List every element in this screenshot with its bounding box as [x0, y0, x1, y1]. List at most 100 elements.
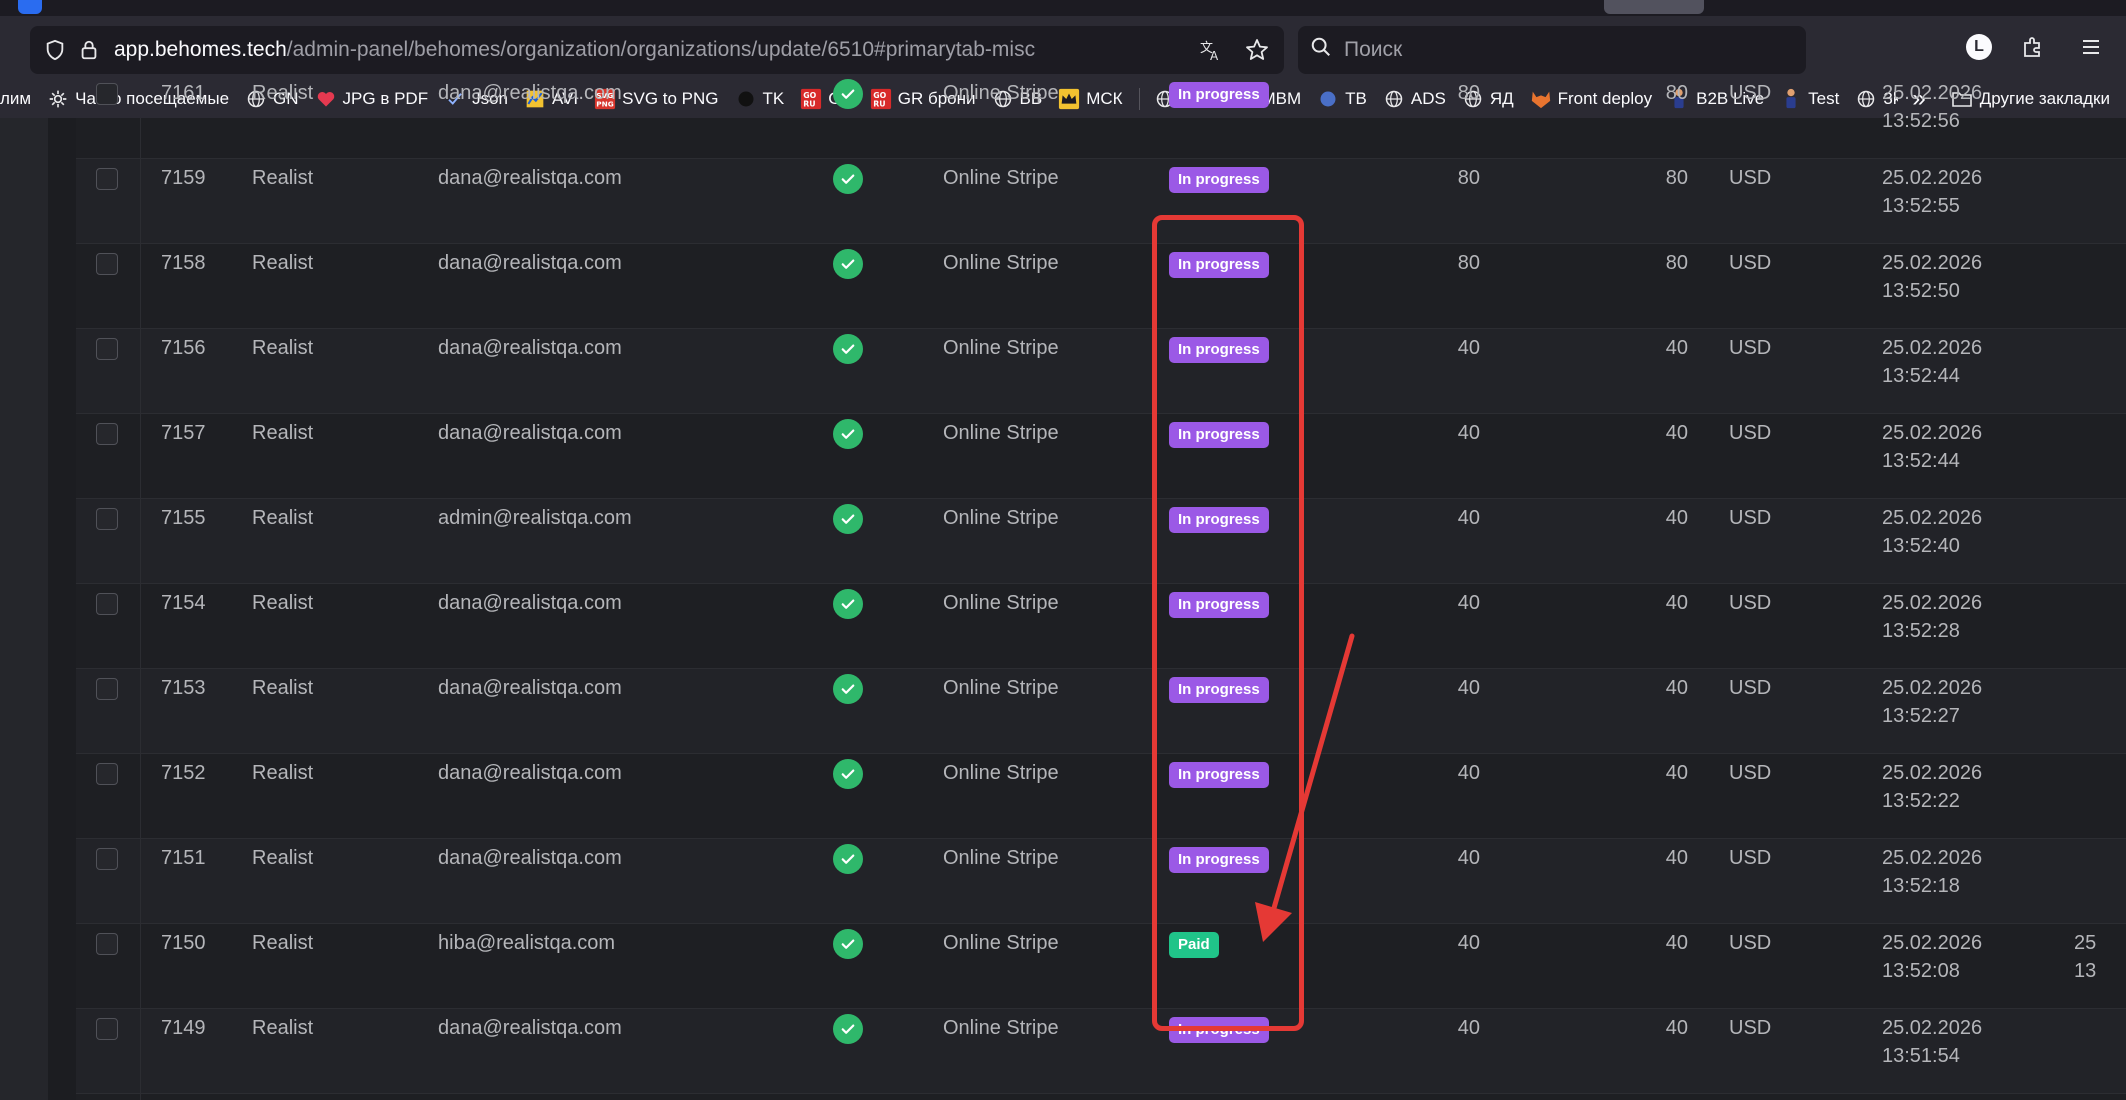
row-select-checkbox[interactable] [96, 338, 118, 360]
table-row[interactable]: 7149 Realist dana@realistqa.com Online Stri… [76, 1009, 2126, 1094]
check-circle-icon [833, 504, 863, 534]
created-date: 25.02.2026 [1882, 167, 1983, 189]
user-email: dana@realistqa.com [438, 762, 622, 784]
row-select-checkbox[interactable] [96, 83, 118, 105]
amount-paid: 80 [1665, 82, 1688, 104]
currency: USD [1729, 82, 1772, 104]
amount-paid: 40 [1665, 592, 1688, 614]
status-badge: In progress [1169, 167, 1269, 193]
bookmark-item[interactable]: лим [0, 89, 31, 109]
page-content: 7161 Realist dana@realistqa.com Online Stri… [0, 79, 2126, 1100]
currency: USD [1729, 422, 1772, 444]
table-row[interactable]: 7157 Realist dana@realistqa.com Online Stri… [76, 414, 2126, 499]
status-badge: In progress [1169, 762, 1269, 788]
row-select-checkbox[interactable] [96, 423, 118, 445]
organization-name: Realist [252, 762, 314, 784]
created-time: 13:52:28 [1882, 620, 1960, 642]
status-badge: In progress [1169, 337, 1269, 363]
row-select-checkbox[interactable] [96, 1018, 118, 1040]
check-circle-icon [833, 334, 863, 364]
created-date: 25.02.2026 [1882, 847, 1983, 869]
order-id: 7153 [161, 677, 206, 699]
table-row[interactable]: 7152 Realist dana@realistqa.com Online Stri… [76, 754, 2126, 839]
created-time: 13:52:08 [1882, 960, 1960, 982]
organization-name: Realist [252, 677, 314, 699]
user-email: hiba@realistqa.com [438, 932, 616, 954]
checkbox-column-divider [140, 118, 141, 1100]
table-row[interactable]: 7161 Realist dana@realistqa.com Online Stri… [76, 74, 2126, 159]
search-bar[interactable] [1298, 26, 1806, 74]
payment-method: Online Stripe [943, 337, 1059, 359]
organization-name: Realist [252, 592, 314, 614]
payment-method: Online Stripe [943, 592, 1059, 614]
menu-icon[interactable] [2074, 30, 2108, 64]
translate-icon[interactable]: 文A [1196, 35, 1226, 65]
user-email: dana@realistqa.com [438, 82, 622, 104]
amount: 40 [1457, 592, 1480, 614]
table-row[interactable]: 7153 Realist dana@realistqa.com Online Stri… [76, 669, 2126, 754]
row-select-checkbox[interactable] [96, 168, 118, 190]
amount-paid: 80 [1665, 167, 1688, 189]
created-date: 25.02.2026 [1882, 762, 1983, 784]
amount: 40 [1457, 762, 1480, 784]
table-row[interactable]: 7155 Realist admin@realistqa.com Online Str… [76, 499, 2126, 584]
account-avatar-icon[interactable]: L [1966, 34, 1992, 60]
bookmark-label: лим [0, 89, 32, 108]
amount-paid: 40 [1665, 932, 1688, 954]
bookmark-star-icon[interactable] [1242, 35, 1272, 65]
table-row[interactable]: 7159 Realist dana@realistqa.com Online Stri… [76, 159, 2126, 244]
amount: 40 [1457, 422, 1480, 444]
user-email: dana@realistqa.com [438, 337, 622, 359]
organization-name: Realist [252, 1017, 314, 1039]
organization-name: Realist [252, 82, 314, 104]
shield-icon[interactable] [40, 35, 70, 65]
row-select-checkbox[interactable] [96, 593, 118, 615]
payment-method: Online Stripe [943, 1017, 1059, 1039]
extensions-icon[interactable] [2016, 30, 2050, 64]
organization-name: Realist [252, 252, 314, 274]
amount-paid: 40 [1665, 847, 1688, 869]
created-date: 25.02.2026 [1882, 422, 1983, 444]
table-row[interactable]: 7150 Realist hiba@realistqa.com Online Stri… [76, 924, 2126, 1009]
created-time: 13:52:22 [1882, 790, 1960, 812]
currency: USD [1729, 762, 1772, 784]
row-select-checkbox[interactable] [96, 933, 118, 955]
tab-favicon-hint[interactable] [18, 0, 42, 14]
created-date: 25.02.2026 [1882, 252, 1983, 274]
active-tab-hint[interactable] [1604, 0, 1704, 14]
user-email: dana@realistqa.com [438, 252, 622, 274]
url-text[interactable]: app.behomes.tech/admin-panel/behomes/org… [114, 38, 1035, 62]
organization-name: Realist [252, 337, 314, 359]
created-date: 25.02.2026 [1882, 932, 1983, 954]
created-time: 13:52:27 [1882, 705, 1960, 727]
url-path: /admin-panel/behomes/organization/organi… [286, 38, 1036, 61]
currency: USD [1729, 507, 1772, 529]
status-badge: In progress [1169, 847, 1269, 873]
search-input[interactable] [1344, 38, 1744, 62]
lock-icon[interactable] [74, 35, 104, 65]
row-select-checkbox[interactable] [96, 508, 118, 530]
created-time: 13:52:40 [1882, 535, 1960, 557]
row-select-checkbox[interactable] [96, 763, 118, 785]
amount-paid: 40 [1665, 1017, 1688, 1039]
row-select-checkbox[interactable] [96, 678, 118, 700]
row-select-checkbox[interactable] [96, 848, 118, 870]
table-row[interactable]: 7156 Realist dana@realistqa.com Online Stri… [76, 329, 2126, 414]
order-id: 7150 [161, 932, 206, 954]
table-row[interactable]: 7154 Realist dana@realistqa.com Online Stri… [76, 584, 2126, 669]
order-id: 7157 [161, 422, 206, 444]
table-row[interactable]: 7151 Realist dana@realistqa.com Online Stri… [76, 839, 2126, 924]
table-row[interactable]: 7158 Realist dana@realistqa.com Online Stri… [76, 244, 2126, 329]
amount: 40 [1457, 847, 1480, 869]
currency: USD [1729, 252, 1772, 274]
payment-method: Online Stripe [943, 252, 1059, 274]
organization-name: Realist [252, 847, 314, 869]
updated-time-clipped: 13 [2074, 960, 2097, 982]
payment-method: Online Stripe [943, 932, 1059, 954]
row-select-checkbox[interactable] [96, 253, 118, 275]
organization-name: Realist [252, 507, 314, 529]
address-bar[interactable]: app.behomes.tech/admin-panel/behomes/org… [30, 26, 1284, 74]
order-id: 7151 [161, 847, 206, 869]
url-host: app.behomes.tech [114, 38, 287, 61]
tab-strip [0, 0, 2126, 16]
